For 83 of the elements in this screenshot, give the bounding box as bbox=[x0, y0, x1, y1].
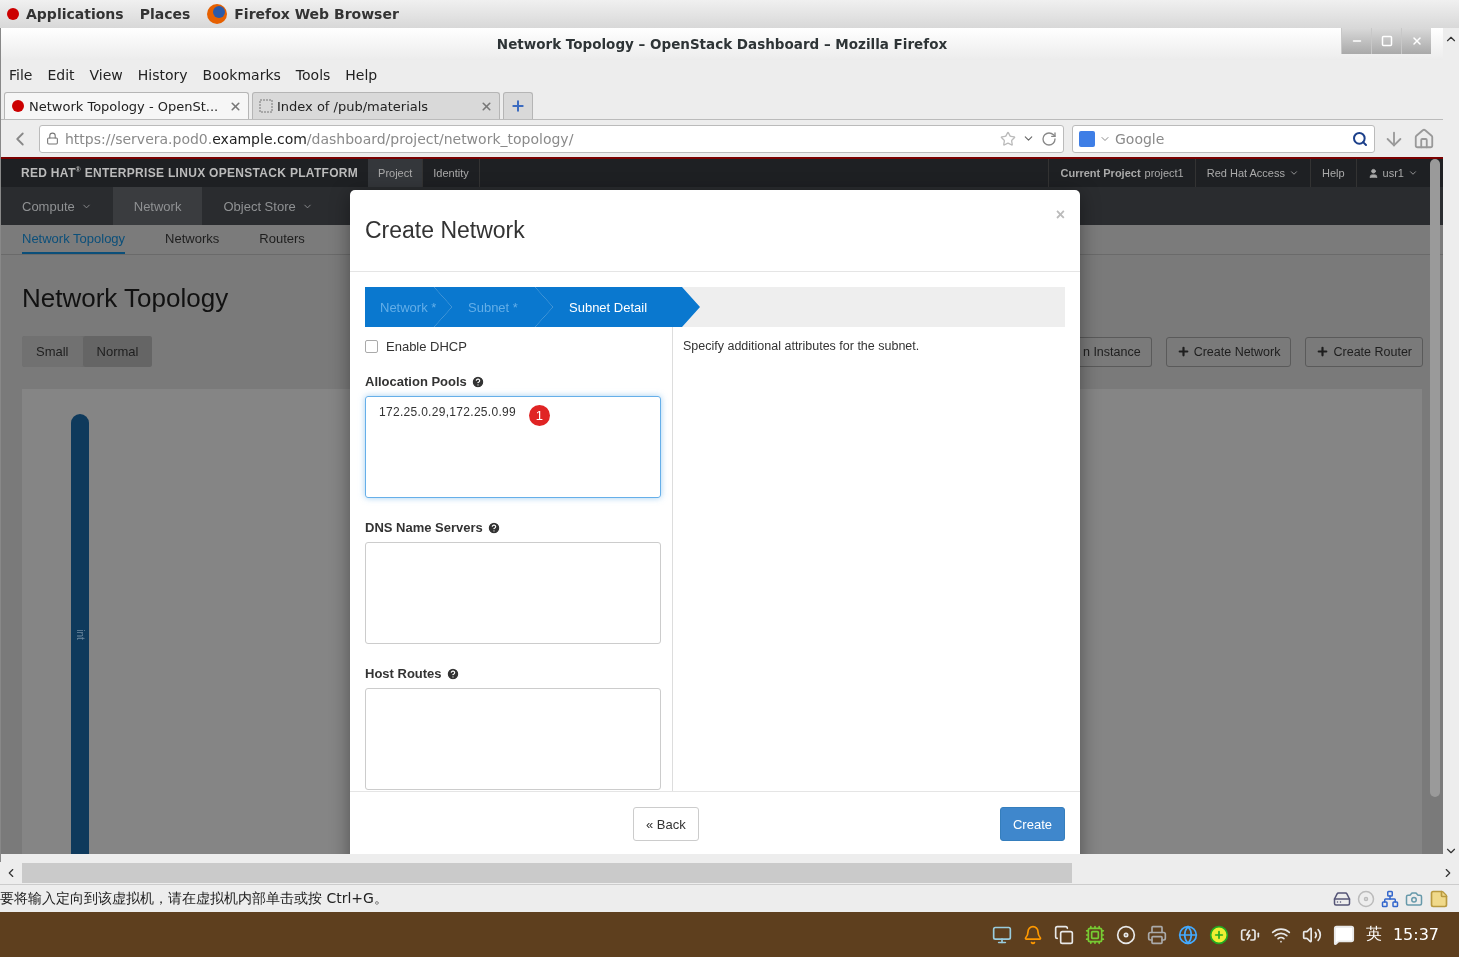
create-button[interactable]: Create bbox=[999, 807, 1065, 841]
status-message: 要将输入定向到该虚拟机，请在虚拟机内部单击或按 Ctrl+G。 bbox=[0, 889, 389, 908]
sub-nav-tab[interactable]: Routers bbox=[259, 224, 305, 254]
field-label: Host Routes bbox=[365, 666, 442, 681]
globe-icon bbox=[1177, 924, 1198, 945]
browser-tab[interactable]: Index of /pub/materials bbox=[252, 92, 500, 119]
search-engine-icon[interactable] bbox=[1079, 130, 1095, 147]
reload-icon bbox=[1041, 130, 1057, 147]
lock-icon bbox=[46, 132, 59, 145]
text-area[interactable] bbox=[365, 542, 661, 644]
nav-item[interactable]: Compute bbox=[1, 187, 113, 225]
user-icon bbox=[1367, 167, 1379, 179]
browser-tab[interactable]: Network Topology - OpenSt... bbox=[4, 92, 249, 119]
minimize-button[interactable] bbox=[1341, 28, 1371, 54]
help-icon[interactable] bbox=[486, 520, 501, 535]
hard-drive-icon bbox=[1333, 889, 1351, 908]
menu-item[interactable]: File bbox=[9, 67, 33, 83]
bell-icon bbox=[1022, 924, 1043, 945]
plus-icon bbox=[510, 98, 526, 114]
action-button[interactable]: Create Router bbox=[1305, 336, 1423, 367]
menu-item[interactable]: Help bbox=[345, 67, 378, 83]
menu-item[interactable]: History bbox=[137, 67, 188, 83]
new-tab-button[interactable] bbox=[503, 92, 533, 119]
action-button[interactable]: Create Network bbox=[1165, 336, 1292, 367]
chip-icon bbox=[1084, 924, 1105, 945]
field-label: DNS Name Servers bbox=[365, 520, 483, 535]
menu-item[interactable]: Tools bbox=[295, 67, 331, 83]
brand-logo: RED HAT$^{®}$ ENTERPRISE LINUX OPENSTACK PLATFORM bbox=[21, 166, 359, 181]
app-menu[interactable]: Firefox Web Browser bbox=[206, 3, 399, 25]
disc-icon bbox=[1115, 924, 1136, 945]
help-icon[interactable] bbox=[470, 374, 485, 389]
window-title: Network Topology – OpenStack Dashboard – Mozilla Firefox bbox=[496, 36, 948, 52]
top-bar-menu[interactable]: Applications bbox=[6, 6, 124, 22]
wizard-step[interactable]: Subnet Detail bbox=[535, 287, 700, 327]
page-title: Network Topology bbox=[22, 283, 229, 314]
page-icon bbox=[259, 99, 273, 113]
close-button[interactable] bbox=[1401, 28, 1431, 54]
camera-icon bbox=[1405, 889, 1423, 908]
close-icon bbox=[1410, 35, 1423, 47]
network-icon bbox=[1381, 889, 1399, 908]
printer-icon bbox=[1146, 924, 1167, 945]
help-icon[interactable] bbox=[445, 666, 460, 681]
dhcp-checkbox[interactable]: Enable DHCP bbox=[365, 339, 661, 354]
plus-icon bbox=[1316, 345, 1330, 358]
field-label: Allocation Pools bbox=[365, 374, 467, 389]
close-icon bbox=[480, 99, 493, 113]
modal-title: Create Network bbox=[365, 217, 525, 244]
nav-item[interactable]: Object Store bbox=[202, 187, 334, 225]
maximize-icon bbox=[1380, 35, 1393, 47]
menu-item[interactable]: Edit bbox=[47, 67, 75, 83]
plus-icon bbox=[1208, 924, 1229, 945]
top-bar-menu[interactable]: Places bbox=[139, 6, 191, 22]
browser-logo bbox=[206, 3, 229, 25]
clock[interactable]: 15:37 bbox=[1392, 925, 1439, 944]
close-icon bbox=[229, 99, 242, 113]
volume-icon bbox=[1301, 924, 1322, 945]
sub-nav-tab[interactable]: Networks bbox=[165, 224, 220, 254]
hat-logo bbox=[6, 7, 20, 21]
star-icon bbox=[1000, 130, 1016, 147]
scrollbar[interactable] bbox=[1430, 159, 1440, 797]
copy-icon bbox=[1053, 924, 1074, 945]
back-button[interactable]: « Back bbox=[633, 807, 699, 841]
menu-item[interactable]: View bbox=[89, 67, 123, 83]
monitor-icon bbox=[991, 924, 1012, 945]
text-area[interactable]: 172.25.0.29,172.25.0.99 1 bbox=[365, 396, 661, 498]
plus-icon bbox=[1176, 345, 1190, 358]
disc-icon bbox=[1357, 889, 1375, 908]
header-tab[interactable]: Project bbox=[368, 159, 424, 188]
menu-item[interactable]: Bookmarks bbox=[202, 67, 281, 83]
search-icon[interactable] bbox=[1352, 130, 1368, 147]
text-area[interactable] bbox=[365, 688, 661, 790]
maximize-button[interactable] bbox=[1371, 28, 1401, 54]
address-field[interactable]: https://servera.pod0.example.com/dashboard/project/network_topology/ bbox=[39, 124, 1064, 153]
message-icon bbox=[1332, 923, 1355, 946]
help-text: Specify additional attributes for the subnet. bbox=[682, 338, 921, 355]
note-icon bbox=[1429, 888, 1449, 909]
annotation-badge: 1 bbox=[529, 405, 550, 426]
nav-item[interactable]: Network bbox=[112, 187, 203, 225]
home-icon bbox=[1413, 127, 1435, 150]
input-method[interactable]: 英 bbox=[1365, 924, 1382, 945]
scrollbar[interactable] bbox=[22, 863, 1072, 883]
search-field[interactable]: Google bbox=[1072, 124, 1375, 153]
page-icon bbox=[11, 99, 25, 113]
